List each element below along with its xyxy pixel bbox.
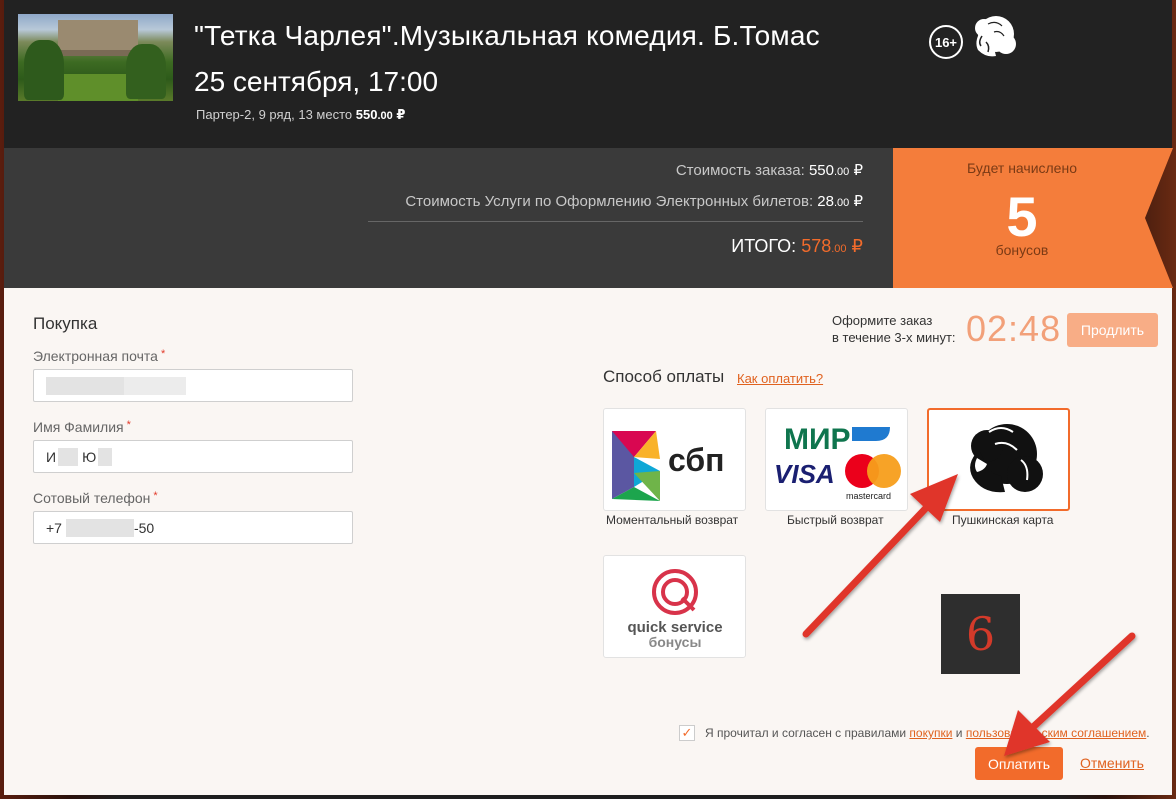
email-label: Электронная почта *	[33, 348, 166, 364]
bonus-unit: бонусов	[995, 242, 1049, 258]
seat-description: Партер-2, 9 ряд, 13 место	[196, 107, 353, 122]
seat-price: 550.00 ₽	[355, 107, 406, 122]
svg-text:сбп: сбп	[668, 442, 724, 478]
svg-text:VISA: VISA	[774, 459, 835, 489]
service-fee-label: Стоимость Услуги по Оформлению Электронн…	[405, 193, 814, 210]
name-label: Имя Фамилия *	[33, 419, 131, 435]
name-field[interactable]: ИЮ	[33, 440, 353, 473]
order-summary: Стоимость заказа: 550.00 ₽ Стоимость Усл…	[4, 148, 893, 288]
redacted-text	[46, 376, 124, 395]
payment-label-bank-card: Быстрый возврат	[787, 513, 884, 527]
service-fee-value: 28.00 ₽	[817, 193, 863, 210]
age-rating-badge: 16+	[929, 25, 963, 59]
phone-field[interactable]: +7 -50	[33, 511, 353, 544]
event-date: 25 сентября, 17:00	[194, 66, 439, 97]
pay-button[interactable]: Оплатить	[975, 747, 1063, 780]
order-cost-value: 550.00 ₽	[808, 162, 863, 179]
svg-text:mastercard: mastercard	[846, 491, 891, 501]
payment-label-pushkin-card: Пушкинская карта	[952, 513, 1054, 527]
service-fee-row: Стоимость Услуги по Оформлению Электронн…	[405, 192, 863, 210]
total-value: 578.00 ₽	[801, 236, 863, 256]
how-to-pay-link[interactable]: Как оплатить?	[737, 371, 823, 386]
mir-visa-mastercard-logo-icon: МИР VISA mastercard	[774, 423, 901, 501]
payment-option-pushkin-card[interactable]	[927, 408, 1070, 511]
payment-method-title: Способ оплаты	[603, 367, 725, 386]
pushkin-card-icon	[975, 16, 1016, 57]
countdown-timer: 02:48	[966, 308, 1062, 349]
event-title: "Тетка Чарлея".Музыкальная комедия. Б.То…	[194, 20, 820, 51]
order-cost-row: Стоимость заказа: 550.00 ₽	[676, 161, 863, 179]
payment-option-quick-service[interactable]: quick service бонусы	[603, 555, 746, 658]
purchase-rules-link[interactable]: покупки	[909, 726, 952, 740]
extend-button[interactable]: Продлить	[1067, 313, 1158, 347]
total-row: ИТОГО: 578.00 ₽	[731, 236, 863, 257]
bonus-ribbon: Будет начислено 5 бонусов	[893, 148, 1173, 288]
payment-option-bank-card[interactable]: МИР VISA mastercard	[765, 408, 908, 511]
user-agreement-link[interactable]: пользовательским соглашением	[966, 726, 1146, 740]
order-cost-label: Стоимость заказа:	[675, 162, 805, 179]
sbp-logo-icon: сбп	[612, 431, 724, 501]
redacted-text	[58, 447, 79, 466]
quick-service-logo-icon: quick service бонусы	[627, 569, 723, 650]
payment-option-sbp[interactable]: сбп	[603, 408, 746, 511]
summary-divider	[368, 221, 863, 222]
checkout-panel: Покупка Электронная почта * Имя Фамилия * …	[4, 288, 1172, 795]
bonus-value: 5	[1006, 185, 1038, 248]
cancel-link[interactable]: Отменить	[1080, 755, 1144, 771]
agreement-row: ✓ Я прочитал и согласен с правилами поку…	[679, 725, 1150, 741]
redacted-text	[65, 518, 134, 537]
agreement-checkbox[interactable]: ✓	[679, 725, 695, 741]
step-number-badge: 6	[941, 594, 1020, 674]
svg-text:МИР: МИР	[784, 423, 851, 456]
event-poster-image	[18, 14, 173, 101]
bonus-caption: Будет начислено	[966, 160, 1077, 176]
email-field[interactable]	[33, 369, 353, 402]
pushkin-portrait-icon	[970, 424, 1043, 493]
total-label: ИТОГО:	[731, 236, 797, 256]
payment-label-sbp: Моментальный возврат	[606, 513, 739, 527]
purchase-title: Покупка	[33, 314, 98, 333]
page-background: "Тетка Чарлея".Музыкальная комедия. Б.То…	[0, 0, 1176, 799]
event-header: "Тетка Чарлея".Музыкальная комедия. Б.То…	[4, 0, 1172, 148]
phone-label: Сотовый телефон *	[33, 490, 158, 506]
seat-info: Партер-2, 9 ряд, 13 место 550.00 ₽	[196, 107, 405, 123]
timer-caption: Оформите заказ в течение 3-х минут:	[832, 313, 956, 345]
svg-text:бонусы: бонусы	[649, 634, 702, 650]
